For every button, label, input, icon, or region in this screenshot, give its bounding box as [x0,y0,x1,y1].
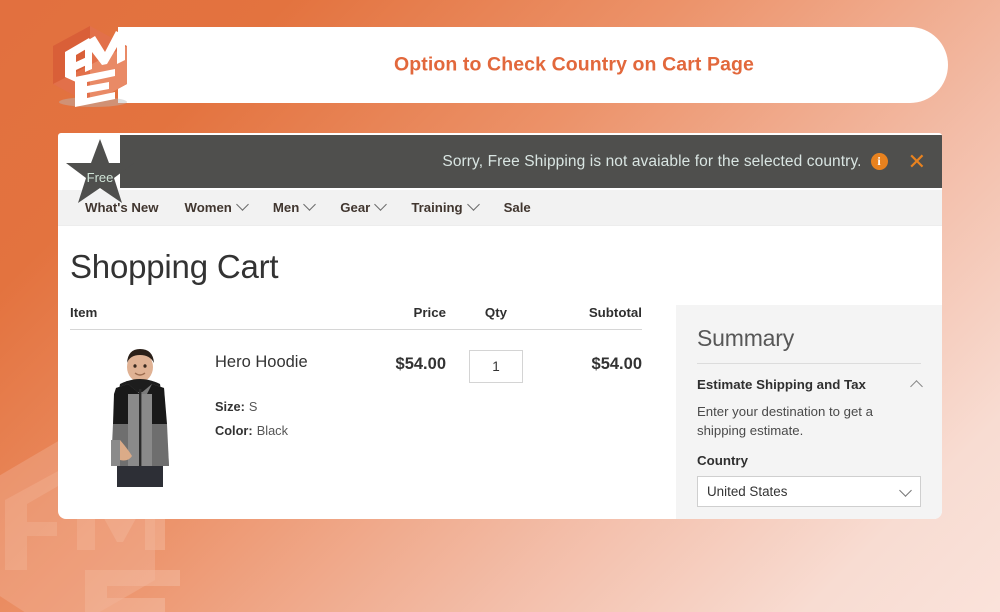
error-message-bar: Sorry, Free Shipping is not avaiable for… [120,135,942,188]
nav-label: Men [272,200,300,215]
option-label: Color: [215,422,253,438]
screenshot-root: Option to Check Country on Cart Page Fre… [0,0,1000,612]
free-shipping-star-badge: Free [66,139,134,203]
option-value: S [248,398,258,414]
nav-label: Sale [503,200,531,215]
chevron-up-icon [910,380,923,393]
column-header-subtotal: Subtotal [588,305,642,320]
chevron-down-icon [303,198,317,211]
page-header-bar: Option to Check Country on Cart Page [118,27,948,103]
page-title: Shopping Cart [70,248,279,285]
free-badge-label: Free [87,170,114,185]
product-subtotal: $54.00 [591,355,642,373]
country-label: Country [697,453,748,469]
nav-label: Gear [340,200,371,215]
country-select-wrapper: United States [697,476,921,508]
nav-item-women[interactable]: Women [171,198,259,215]
product-option-size: Size: S [215,399,360,414]
country-select[interactable]: United States [697,476,921,508]
estimate-shipping-label: Estimate Shipping and Tax [697,377,866,392]
option-value: Black [256,422,288,438]
estimate-shipping-section-toggle[interactable]: Estimate Shipping and Tax [697,377,923,393]
estimate-shipping-description: Enter your destination to get a shipping… [697,404,873,438]
info-icon[interactable]: i [870,153,888,170]
chevron-down-icon [236,198,249,211]
table-row: Hero Hoodie Size:S Color:Black $54.00 $5… [70,330,642,487]
product-name[interactable]: Hero Hoodie [215,353,360,373]
main-navigation: What's New Women Men Gear Training Sale [58,190,942,226]
nav-item-men[interactable]: Men [260,198,327,215]
cart-page-card: Free Sorry, Free Shipping is not avaiabl… [58,133,942,519]
nav-item-sale[interactable]: Sale [491,200,544,215]
error-message-text: Sorry, Free Shipping is not avaiable for… [442,152,862,170]
product-image-cell [70,344,215,487]
quantity-input[interactable] [469,350,523,383]
chevron-down-icon [374,198,388,211]
product-info-cell: Hero Hoodie Size: S Color: Black [215,344,360,487]
cart-table: Item Price Qty Subtotal Hero Hoodie Size… [70,305,642,519]
product-price: $54.00 [395,355,446,373]
nav-label: Women [184,200,232,215]
column-header-item: Item [70,305,98,320]
option-label: Size: [215,398,245,414]
column-header-price: Price [413,305,446,320]
summary-title: Summary [697,325,921,364]
country-selected-value: United States [707,484,788,500]
column-header-qty: Qty [484,305,508,320]
cart-table-header: Item Price Qty Subtotal [70,305,642,330]
page-title-banner: Option to Check Country on Cart Page [393,53,755,76]
product-image-hero-hoodie[interactable] [70,344,210,487]
chevron-down-icon [466,198,480,211]
summary-panel: Summary Estimate Shipping and Tax Enter … [676,305,942,519]
nav-item-gear[interactable]: Gear [327,198,398,215]
close-icon[interactable]: ✕ [908,150,926,173]
nav-label: Training [411,200,463,215]
quantity-cell [446,344,546,487]
product-option-color: Color: Black [215,423,360,438]
nav-item-training[interactable]: Training [398,198,490,215]
notice-row: Free Sorry, Free Shipping is not avaiabl… [58,133,942,203]
fme-logo [53,26,127,107]
summary-column: Summary Estimate Shipping and Tax Enter … [642,305,942,519]
cart-body: Item Price Qty Subtotal Hero Hoodie Size… [58,305,942,519]
